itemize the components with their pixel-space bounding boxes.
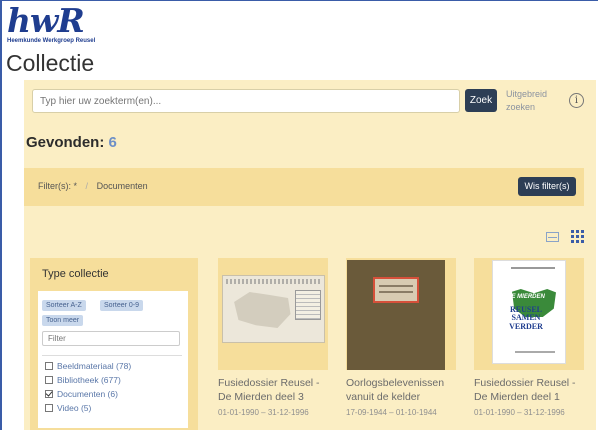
cover-thumbnail[interactable]: DE MIERDEN REUSEL SAMEN VERDER xyxy=(492,260,566,364)
found-label: Gevonden: xyxy=(26,134,105,151)
checkbox[interactable] xyxy=(45,362,53,370)
collection-type-facet: Type collectie Sorteer A-Z Sorteer 0-9 T… xyxy=(30,258,198,430)
filter-separator: / xyxy=(85,181,89,191)
search-input[interactable] xyxy=(32,89,460,113)
filter-label: Filter(s): xyxy=(38,181,71,191)
sort-az-button[interactable]: Sorteer A-Z xyxy=(42,300,86,311)
facet-option-documenten[interactable]: Documenten (6) xyxy=(45,389,118,400)
result-card-1[interactable] xyxy=(218,258,328,370)
found-count: 6 xyxy=(108,134,117,151)
facet-option-video[interactable]: Video (5) xyxy=(45,403,91,414)
card-title-line: Fusiedossier Reusel - xyxy=(474,377,576,389)
card-date-3: 01-01-1990 – 31-12-1996 xyxy=(474,408,565,417)
book-thumbnail[interactable] xyxy=(347,260,445,370)
result-card-2[interactable] xyxy=(346,258,456,370)
logo-subtitle: Heemkunde Werkgroep Reusel xyxy=(7,38,96,44)
advanced-search-link[interactable]: Uitgebreid zoeken xyxy=(506,88,558,114)
checkbox[interactable] xyxy=(45,404,53,412)
search-button[interactable]: Zoek xyxy=(465,89,497,112)
result-card-3[interactable]: DE MIERDEN REUSEL SAMEN VERDER xyxy=(474,258,584,370)
filter-bar: Filter(s): * / Documenten Wis filter(s) xyxy=(24,168,584,206)
card-title-line: De Mierden deel 1 xyxy=(474,391,560,403)
cover-text-3: SAMEN VERDER xyxy=(509,313,543,331)
card-title-3[interactable]: Fusiedossier Reusel - De Mierden deel 1 xyxy=(474,376,576,404)
facet-divider xyxy=(42,355,182,356)
filter-chip-documenten[interactable]: Documenten xyxy=(97,181,148,191)
clear-filters-button[interactable]: Wis filter(s) xyxy=(518,177,576,196)
active-filters: Filter(s): * / Documenten xyxy=(38,181,148,191)
card-date-1: 01-01-1990 – 31-12-1996 xyxy=(218,408,309,417)
results-count: Gevonden: 6 xyxy=(26,134,117,151)
map-thumbnail[interactable] xyxy=(222,275,325,343)
grid-view-icon[interactable] xyxy=(571,230,585,244)
card-title-line: Fusiedossier Reusel - xyxy=(218,377,320,389)
card-date-2: 17-09-1944 – 01-10-1944 xyxy=(346,408,437,417)
facet-option-label: Bibliotheek (677) xyxy=(57,375,121,385)
facet-option-label: Documenten (6) xyxy=(57,389,118,399)
page-title: Collectie xyxy=(6,50,95,76)
facet-box: Sorteer A-Z Sorteer 0-9 Toon meer Beeldm… xyxy=(38,291,188,428)
checkbox[interactable] xyxy=(45,376,53,384)
card-title-line: vanuit de kelder xyxy=(346,391,421,403)
card-title-line: Oorlogsbelevenissen xyxy=(346,377,445,389)
show-more-button[interactable]: Toon meer xyxy=(42,315,84,326)
site-logo[interactable]: hwR Heemkunde Werkgroep Reusel xyxy=(7,4,95,45)
card-title-1[interactable]: Fusiedossier Reusel - De Mierden deel 3 xyxy=(218,376,320,404)
facet-title: Type collectie xyxy=(42,268,109,280)
logo-mark: hwR xyxy=(7,1,85,40)
facet-option-label: Video (5) xyxy=(57,403,92,413)
cover-text-1: DE MIERDEN xyxy=(507,294,545,300)
list-view-icon[interactable] xyxy=(546,232,559,242)
card-title-2[interactable]: Oorlogsbelevenissen vanuit de kelder xyxy=(346,376,444,404)
checkbox-checked[interactable] xyxy=(45,390,53,398)
facet-filter-input[interactable] xyxy=(42,331,180,346)
card-title-line: De Mierden deel 3 xyxy=(218,391,304,403)
filter-star[interactable]: * xyxy=(74,181,78,191)
facet-option-label: Beeldmateriaal (78) xyxy=(57,361,132,371)
sort-09-button[interactable]: Sorteer 0-9 xyxy=(100,300,144,311)
facet-option-beeldmateriaal[interactable]: Beeldmateriaal (78) xyxy=(45,361,131,372)
info-icon[interactable]: i xyxy=(569,93,584,108)
facet-option-bibliotheek[interactable]: Bibliotheek (677) xyxy=(45,375,121,386)
